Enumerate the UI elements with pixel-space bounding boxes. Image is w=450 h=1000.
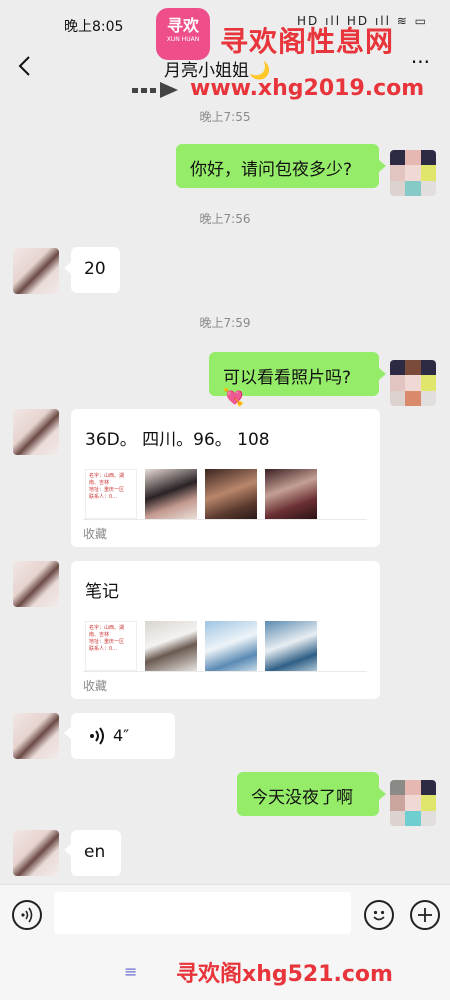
card-footer: 收藏 [83,679,108,693]
photo-thumbnail[interactable] [145,621,197,671]
watermark-logo: 寻欢 XUN HUAN [156,8,210,60]
favorite-card[interactable]: 36D。 四川。96。 108 名字：山西、湖南、吉林 地址：重庆一区 联系人：… [71,409,380,547]
my-avatar[interactable] [390,360,436,406]
bubble-tail [379,788,386,800]
contact-avatar[interactable] [13,248,59,294]
timestamp: 晚上7:55 [199,110,251,124]
bubble-tail [379,368,386,380]
bubble-tail [64,844,71,856]
chat-title: 月亮小姐姐🌙 [164,61,271,81]
voice-toggle-icon[interactable] [12,900,42,930]
voice-wave-icon [90,727,104,745]
card-divider [83,519,367,520]
status-time: 晚上8:05 [64,19,124,35]
card-footer: 收藏 [83,527,108,541]
timestamp: 晚上7:59 [199,316,251,330]
note-thumbnail: 名字：山西、湖南、吉林 地址：重庆一区 联系人：0… [85,469,137,519]
card-divider [83,671,367,672]
message-input[interactable] [54,892,351,934]
card-text: 笔记 [85,582,119,602]
bubble-tail [64,727,71,739]
voice-message-bubble[interactable]: 4″ [71,713,175,759]
card-thumbnails: 名字：山西、湖南、吉林 地址：重庆一区 联系人：0… [85,469,365,519]
bubble-tail [64,262,71,274]
my-message-bubble[interactable]: 可以看看照片吗?💘 [209,352,379,408]
their-message-bubble[interactable]: 20 [71,247,120,293]
timestamp: 晚上7:56 [199,212,251,226]
contact-avatar[interactable] [13,409,59,455]
my-message-bubble[interactable]: 你好，请问包夜多少? [176,144,379,188]
voice-wave-icon [21,907,33,923]
my-avatar[interactable] [390,780,436,826]
my-message-bubble[interactable]: 今天没夜了啊 [237,772,379,816]
watermark-bottom: 寻欢阁xhg521.com [176,962,393,987]
contact-avatar[interactable] [13,713,59,759]
watermark-logo-sub: XUN HUAN [166,36,200,43]
favorite-card[interactable]: 笔记 名字：山西、湖南、吉林 地址：重庆一区 联系人：0… 收藏 [71,561,380,699]
message-text: 20 [84,259,106,279]
photo-thumbnail[interactable] [205,621,257,671]
menu-icon[interactable]: ≡ [124,962,137,981]
card-text: 36D。 四川。96。 108 [85,430,270,450]
contact-avatar[interactable] [13,830,59,876]
card-thumbnails: 名字：山西、湖南、吉林 地址：重庆一区 联系人：0… [85,621,365,671]
message-text: 今天没夜了啊 [251,788,353,808]
my-avatar[interactable] [390,150,436,196]
photo-thumbnail[interactable] [145,469,197,519]
bubble-tail [379,160,386,172]
photo-thumbnail[interactable] [265,469,317,519]
message-text: 可以看看照片吗?💘 [223,368,352,408]
emoji-icon[interactable] [364,900,394,930]
watermark-site-name: 寻欢阁性息网 [220,25,395,58]
voice-duration: 4″ [113,726,130,745]
more-options-icon[interactable]: ··· [411,50,430,74]
message-text: en [84,842,106,862]
photo-thumbnail[interactable] [265,621,317,671]
message-text: 你好，请问包夜多少? [190,160,353,180]
watermark-logo-text: 寻欢 [166,16,199,35]
back-icon[interactable] [14,52,38,80]
note-thumbnail: 名字：山西、湖南、吉林 地址：重庆一区 联系人：0… [85,621,137,671]
contact-avatar[interactable] [13,561,59,607]
plus-icon[interactable] [410,900,440,930]
photo-thumbnail[interactable] [205,469,257,519]
their-message-bubble[interactable]: en [71,830,121,876]
watermark-arrow-icon [132,82,178,98]
